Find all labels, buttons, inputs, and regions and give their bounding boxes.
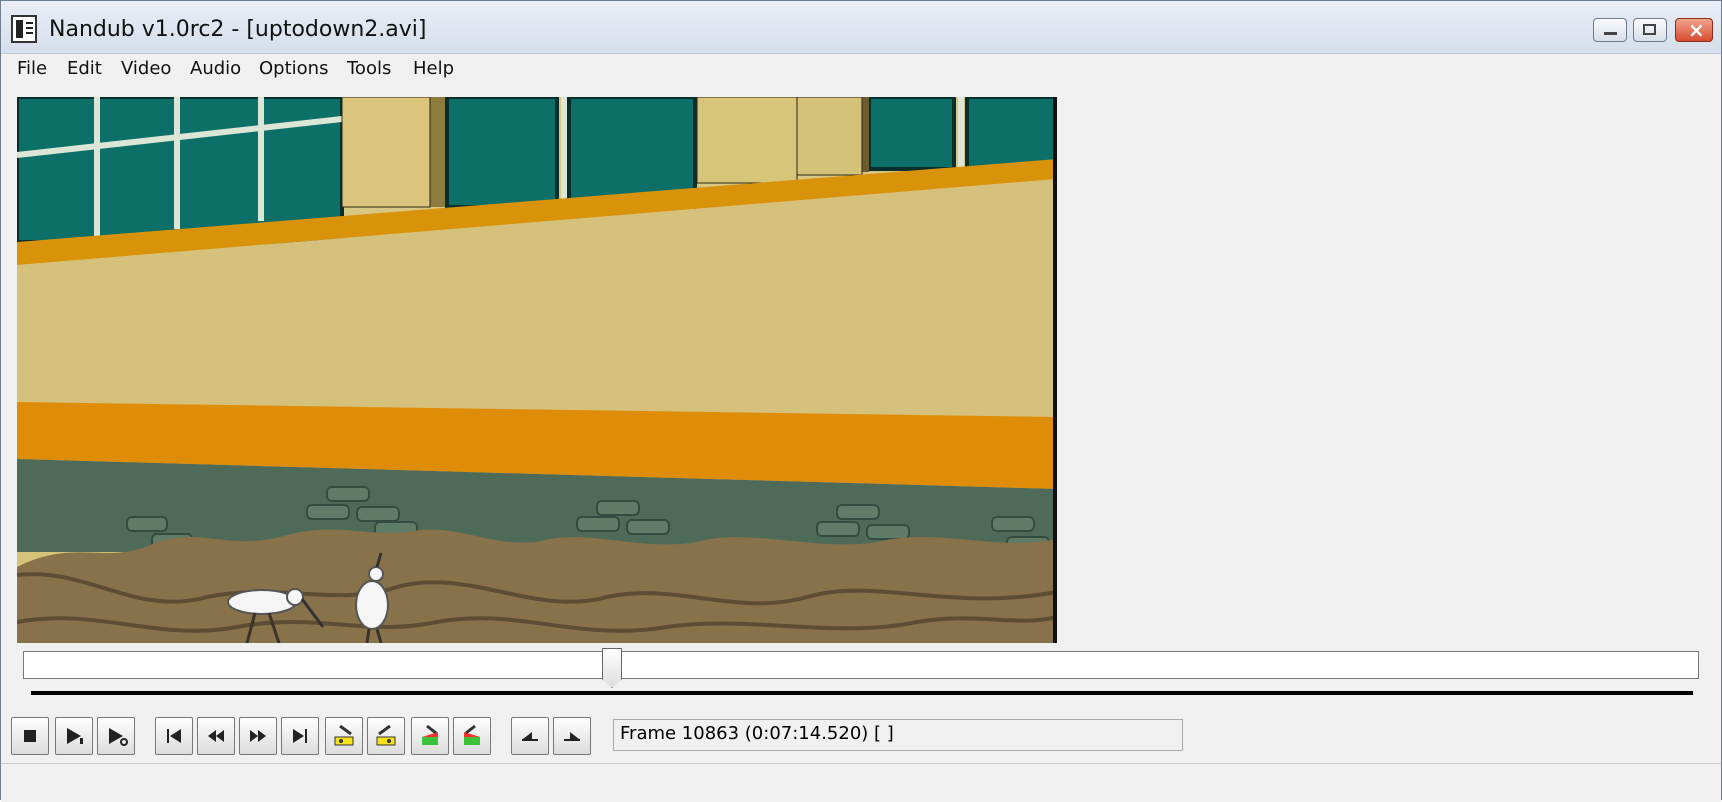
maximize-icon xyxy=(1643,24,1656,35)
minimize-button[interactable] xyxy=(1593,18,1627,42)
menu-edit[interactable]: Edit xyxy=(67,58,102,79)
menu-audio[interactable]: Audio xyxy=(190,58,241,79)
previous-frame-button[interactable] xyxy=(197,717,235,755)
play-output-button[interactable] xyxy=(97,717,135,755)
video-frame-image xyxy=(17,97,1053,643)
play-input-button[interactable] xyxy=(55,717,93,755)
next-keyframe-icon xyxy=(376,724,396,746)
previous-keyframe-button[interactable] xyxy=(325,717,363,755)
play-output-icon xyxy=(109,728,128,746)
menu-file[interactable]: File xyxy=(17,58,47,79)
stop-icon xyxy=(24,730,36,742)
previous-scene-button[interactable] xyxy=(411,717,449,755)
seek-thumb[interactable] xyxy=(602,648,622,688)
frame-status: Frame 10863 (0:07:14.520) [ ] xyxy=(613,719,1183,751)
next-scene-icon xyxy=(464,724,480,745)
stop-button[interactable] xyxy=(11,717,49,755)
main-window: Nandub v1.0rc2 - [uptodown2.avi] × File … xyxy=(0,0,1722,802)
next-scene-button[interactable] xyxy=(453,717,491,755)
window-title: Nandub v1.0rc2 - [uptodown2.avi] xyxy=(49,17,427,42)
app-icon xyxy=(11,15,37,43)
next-keyframe-button[interactable] xyxy=(367,717,405,755)
maximize-button[interactable] xyxy=(1633,18,1667,42)
menu-tools[interactable]: Tools xyxy=(347,58,391,79)
menu-help[interactable]: Help xyxy=(413,58,454,79)
start-icon xyxy=(167,729,181,743)
end-button[interactable] xyxy=(281,717,319,755)
mark-out-button[interactable] xyxy=(553,717,591,755)
start-button[interactable] xyxy=(155,717,193,755)
menu-video[interactable]: Video xyxy=(121,58,171,79)
mark-in-icon xyxy=(522,732,538,741)
title-bar[interactable]: Nandub v1.0rc2 - [uptodown2.avi] × xyxy=(1,1,1721,54)
close-icon: × xyxy=(1688,18,1705,42)
end-icon xyxy=(293,729,307,743)
next-frame-button[interactable] xyxy=(239,717,277,755)
timeline-line xyxy=(31,691,1693,695)
prev-keyframe-icon xyxy=(334,724,354,746)
menu-bar: File Edit Video Audio Options Tools Help xyxy=(1,55,1721,83)
play-input-icon xyxy=(67,728,83,744)
seek-bar[interactable] xyxy=(23,648,1699,688)
video-preview xyxy=(17,97,1057,643)
mark-in-button[interactable] xyxy=(511,717,549,755)
next-frame-icon xyxy=(250,730,266,742)
close-button[interactable]: × xyxy=(1675,18,1713,42)
status-bar xyxy=(1,763,1721,802)
prev-frame-icon xyxy=(208,730,224,742)
prev-scene-icon xyxy=(422,724,438,745)
minimize-icon xyxy=(1604,32,1617,35)
mark-out-icon xyxy=(564,732,580,741)
menu-options[interactable]: Options xyxy=(259,58,328,79)
